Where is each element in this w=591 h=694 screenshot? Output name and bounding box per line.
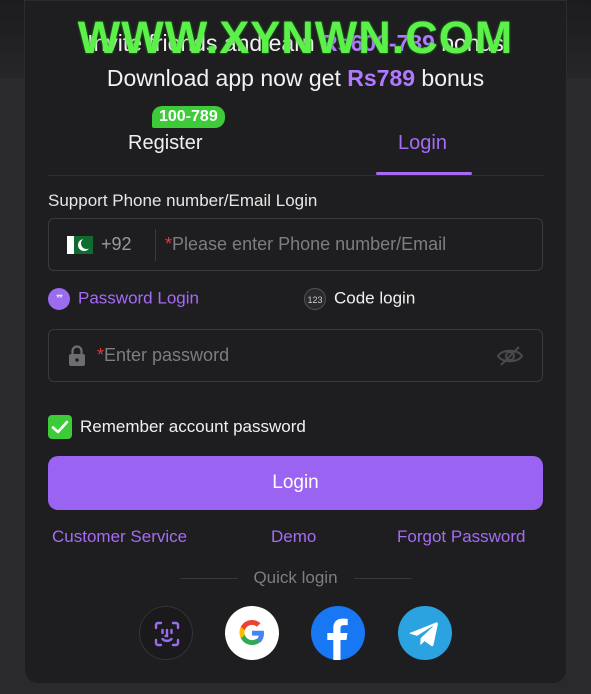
face-id-icon (154, 621, 180, 647)
checkmark-icon (51, 420, 69, 434)
password-field[interactable]: *Enter password (48, 329, 543, 382)
login-button[interactable]: Login (48, 456, 543, 510)
active-tab-indicator (376, 172, 472, 175)
tab-register-label: Register (128, 132, 203, 154)
login-mode-switch: ** Password Login 123 Code login (48, 288, 543, 314)
face-id-button[interactable] (139, 606, 193, 660)
phone-email-placeholder: Please enter Phone number/Email (172, 234, 447, 254)
password-login-option[interactable]: ** Password Login (48, 288, 199, 310)
facebook-login-button[interactable] (311, 606, 365, 660)
field-divider (155, 229, 156, 261)
auth-tabs: Register 100-789 Login (48, 106, 544, 176)
code-mode-icon: 123 (304, 288, 326, 310)
telegram-icon (409, 622, 438, 647)
phone-email-input[interactable]: *Please enter Phone number/Email (165, 234, 446, 255)
quick-login-label: Quick login (253, 568, 338, 587)
login-method-label: Support Phone number/Email Login (48, 191, 318, 210)
promo-download-amount: Rs789 (347, 65, 416, 91)
lock-icon (69, 345, 85, 366)
code-login-option[interactable]: 123 Code login (304, 288, 415, 310)
pakistan-flag-icon[interactable] (67, 236, 93, 254)
password-input[interactable]: *Enter password (97, 345, 229, 366)
phone-email-field[interactable]: +92 *Please enter Phone number/Email (48, 218, 543, 271)
country-code[interactable]: +92 (101, 234, 132, 255)
remember-checkbox[interactable] (48, 415, 72, 439)
google-icon (239, 620, 264, 645)
watermark: WWW.XYNWN.COM (77, 12, 514, 63)
google-login-button[interactable] (225, 606, 279, 660)
password-mode-icon: ** (48, 288, 70, 310)
eye-off-icon[interactable] (496, 345, 524, 367)
required-mark: * (97, 345, 105, 365)
tab-login[interactable]: Login (398, 132, 447, 155)
remember-label: Remember account password (80, 417, 306, 436)
promo-download-line: Download app now get Rs789 bonus (0, 65, 591, 92)
telegram-login-button[interactable] (398, 606, 452, 660)
promo-download-text: Download app now get (106, 65, 348, 91)
forgot-password-link[interactable]: Forgot Password (397, 527, 526, 547)
tab-login-label: Login (398, 132, 447, 154)
promo-download-suffix: bonus (415, 65, 485, 91)
code-login-label: Code login (334, 288, 416, 308)
facebook-icon (327, 618, 348, 660)
password-placeholder: Enter password (104, 345, 230, 365)
demo-link[interactable]: Demo (271, 527, 316, 547)
tab-register[interactable]: Register (128, 132, 202, 155)
customer-service-link[interactable]: Customer Service (52, 527, 187, 547)
register-bonus-badge: 100-789 (152, 106, 225, 128)
password-login-label: Password Login (78, 288, 199, 308)
required-mark: * (165, 234, 173, 254)
